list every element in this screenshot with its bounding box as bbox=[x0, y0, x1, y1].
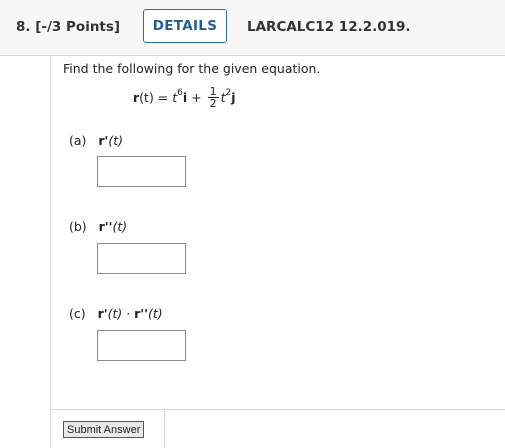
part-b-label: (b) r''(t) bbox=[69, 219, 127, 234]
equation-plus: + bbox=[187, 90, 206, 105]
equation-term2-exp: 2 bbox=[225, 87, 232, 98]
part-c-expr: r' bbox=[97, 306, 108, 321]
part-c-label: (c) r'(t) · r''(t) bbox=[69, 306, 163, 321]
part-b-arg: (t) bbox=[112, 219, 128, 234]
fraction-denominator: 2 bbox=[209, 97, 217, 110]
question-header: 8. [-/3 Points] DETAILS LARCALC12 12.2.0… bbox=[0, 0, 505, 56]
equation-term1-exp: 6 bbox=[177, 87, 183, 98]
part-a-answer-input[interactable] bbox=[97, 156, 186, 187]
part-a-letter: (a) bbox=[69, 133, 87, 148]
submit-answer-button[interactable]: Submit Answer bbox=[63, 421, 145, 438]
problem-prompt: Find the following for the given equatio… bbox=[63, 61, 321, 76]
part-b-letter: (b) bbox=[69, 219, 87, 234]
part-b-answer-input[interactable] bbox=[97, 243, 186, 274]
part-c-dot: · bbox=[122, 306, 135, 321]
part-c-arg: (t) bbox=[107, 306, 123, 321]
question-number: 8. [-/3 Points] bbox=[16, 19, 121, 35]
question-reference: LARCALC12 12.2.019. bbox=[247, 19, 411, 35]
part-a-expr: r' bbox=[98, 133, 109, 148]
part-c-arg2: (t) bbox=[147, 306, 163, 321]
equation-fraction: 1 2 bbox=[207, 86, 219, 110]
footer-divider-vertical bbox=[164, 409, 165, 448]
equation-term2-unit: j bbox=[231, 90, 236, 105]
equation-equals: = bbox=[153, 90, 173, 105]
footer-divider-right bbox=[164, 409, 505, 410]
part-a-arg: (t) bbox=[108, 133, 123, 148]
part-c-expr2: r'' bbox=[134, 306, 148, 321]
part-a-label: (a) r'(t) bbox=[69, 133, 123, 148]
equation-lhs-arg: (t) bbox=[139, 90, 154, 105]
footer-divider bbox=[50, 409, 165, 410]
equation: r (t) = t 6 i + 1 2 t 2 j bbox=[133, 86, 236, 109]
part-c-answer-input[interactable] bbox=[97, 330, 186, 361]
part-b-expr: r'' bbox=[98, 219, 113, 234]
part-c-letter: (c) bbox=[69, 306, 86, 321]
details-button[interactable]: DETAILS bbox=[143, 9, 227, 43]
